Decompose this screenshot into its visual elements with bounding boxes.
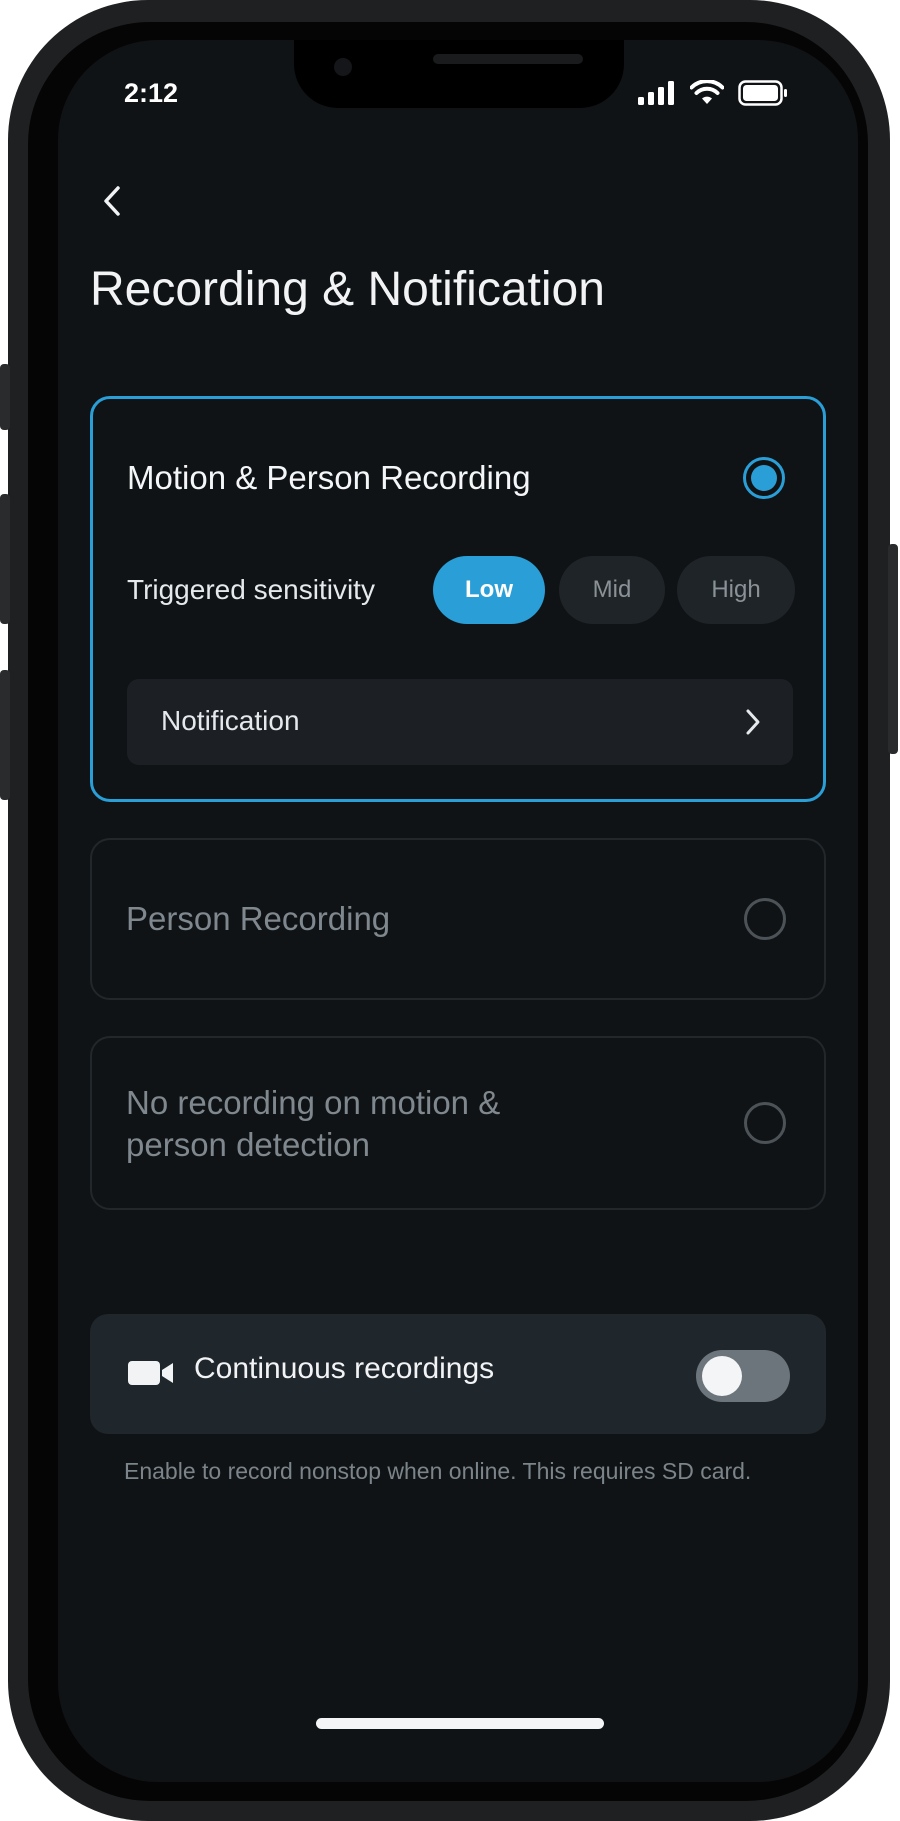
signal-icon [638,81,674,105]
option-no-recording[interactable]: No recording on motion & person detectio… [90,1036,826,1210]
mute-switch [0,364,10,430]
continuous-recordings-toggle[interactable] [696,1350,790,1402]
chevron-left-icon [104,186,120,216]
back-button[interactable] [86,170,136,230]
volume-down-button [0,670,10,800]
radio-person-recording[interactable] [744,898,786,940]
power-button [888,544,898,754]
volume-up-button [0,494,10,624]
option-title-line2: person detection [126,1126,371,1163]
continuous-recordings-panel: Continuous recordings [90,1314,826,1434]
home-indicator[interactable] [316,1718,604,1729]
continuous-recordings-label: Continuous recordings [194,1352,495,1385]
radio-no-recording[interactable] [744,1102,786,1144]
app-screen: 2:12 Recording & Notification Motion & P… [58,40,858,1782]
phone-frame: 2:12 Recording & Notification Motion & P… [0,0,898,1821]
toggle-knob [702,1356,742,1396]
battery-icon [738,80,787,106]
wifi-icon [690,80,724,104]
sensitivity-low-chip[interactable]: Low [433,556,545,624]
status-time: 2:12 [124,78,179,108]
continuous-helper-text: Enable to record nonstop when online. Th… [124,1458,752,1484]
chevron-right-icon [746,709,760,735]
sensitivity-label: Triggered sensitivity [127,574,375,605]
notification-row[interactable]: Notification [127,679,793,765]
sensitivity-mid-chip[interactable]: Mid [559,556,665,624]
video-camera-icon [128,1361,173,1385]
radio-motion-person-recording[interactable] [743,457,785,499]
sensitivity-high-chip[interactable]: High [677,556,795,624]
option-title: Motion & Person Recording [127,459,531,496]
notification-label: Notification [161,705,300,736]
option-person-recording[interactable]: Person Recording [90,838,826,1000]
option-title: Person Recording [126,900,391,937]
front-camera [334,58,352,76]
status-icons [638,80,788,106]
speaker-grille [433,54,583,64]
page-title: Recording & Notification [90,263,605,316]
option-title-line1: No recording on motion & [126,1084,501,1121]
option-motion-person-recording[interactable]: Motion & Person Recording Triggered sens… [90,396,826,802]
